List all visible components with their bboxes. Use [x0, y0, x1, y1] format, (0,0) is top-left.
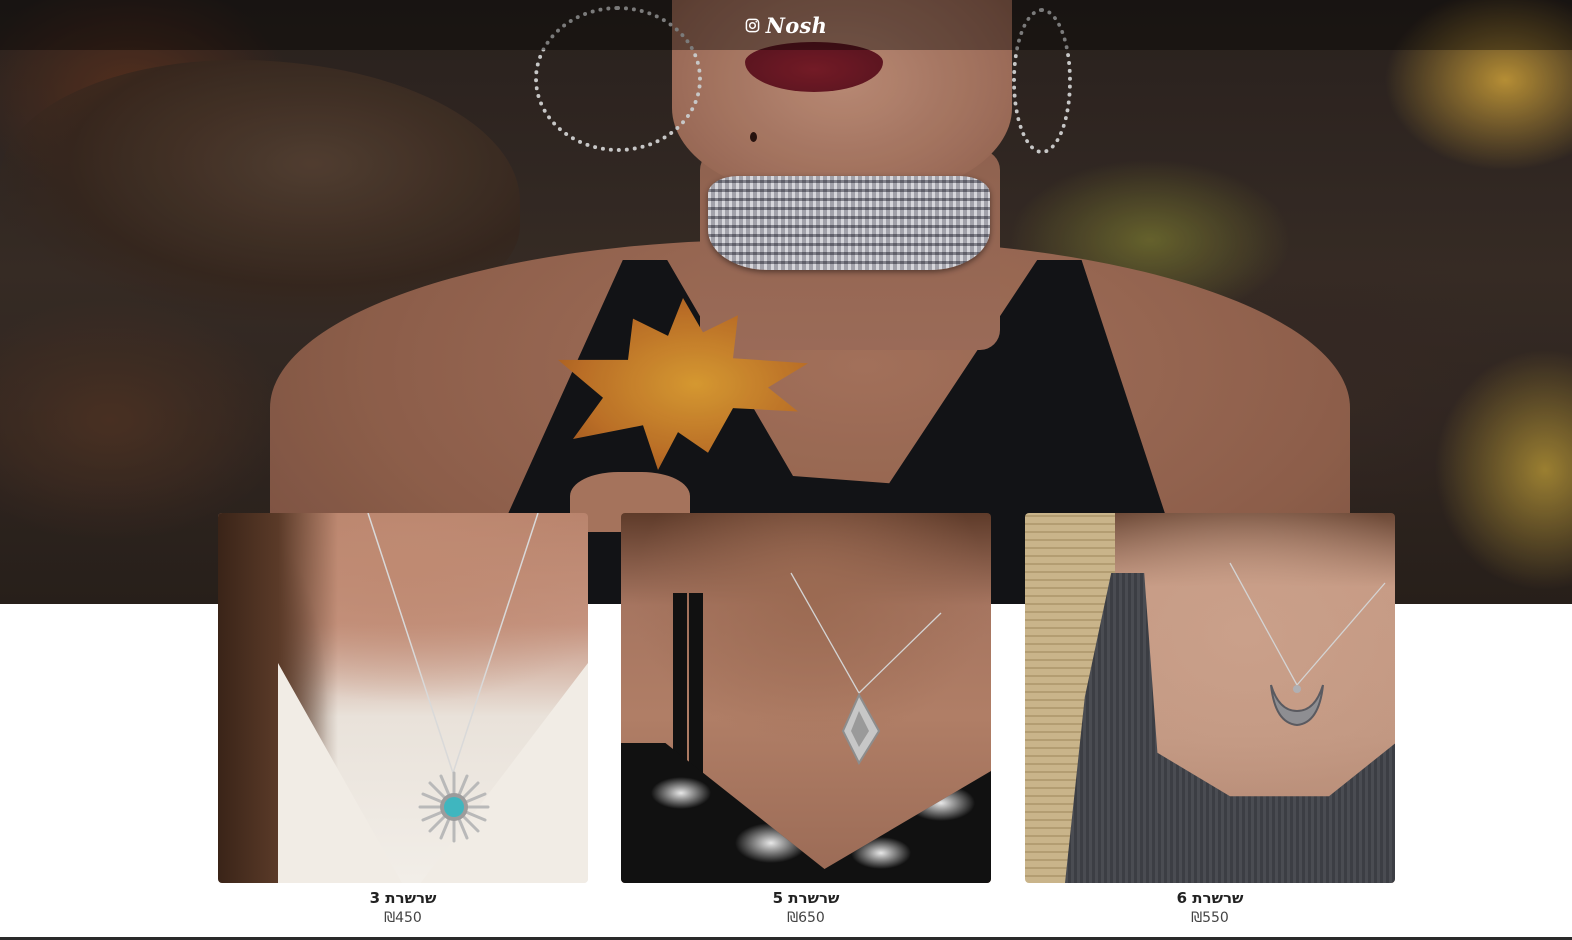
- product-price: ₪450: [384, 910, 422, 926]
- crescent-pendant: [1229, 562, 1386, 727]
- product-title[interactable]: שרשרת 5: [621, 888, 991, 908]
- product-image-crescent-pendant[interactable]: [1025, 513, 1395, 883]
- product-image-diamond-pendant[interactable]: [621, 513, 991, 883]
- diamond-pendant: [790, 572, 942, 766]
- product-price: ₪550: [1191, 910, 1229, 926]
- product-grid: שרשרת 3 ₪450 שרשרת 5 ₪650 שרשרת 6 ₪550: [0, 513, 1572, 940]
- instagram-icon[interactable]: [745, 18, 760, 33]
- product-title[interactable]: שרשרת 3: [218, 888, 588, 908]
- top-navbar: Nosh: [0, 0, 1572, 50]
- sun-pendant: [367, 513, 539, 843]
- product-image-sun-pendant[interactable]: [218, 513, 588, 883]
- product-card[interactable]: שרשרת 6 ₪550: [1025, 513, 1395, 928]
- product-card[interactable]: שרשרת 5 ₪650: [621, 513, 991, 928]
- product-price: ₪650: [787, 910, 825, 926]
- brand-name: Nosh: [765, 12, 828, 38]
- product-card[interactable]: שרשרת 3 ₪450: [218, 513, 588, 928]
- product-title[interactable]: שרשרת 6: [1025, 888, 1395, 908]
- page: Nosh שרשרת 3 ₪450 שרשרת 5 ₪650 שרשרת 6 ₪…: [0, 0, 1572, 940]
- brand-link[interactable]: Nosh: [745, 13, 828, 38]
